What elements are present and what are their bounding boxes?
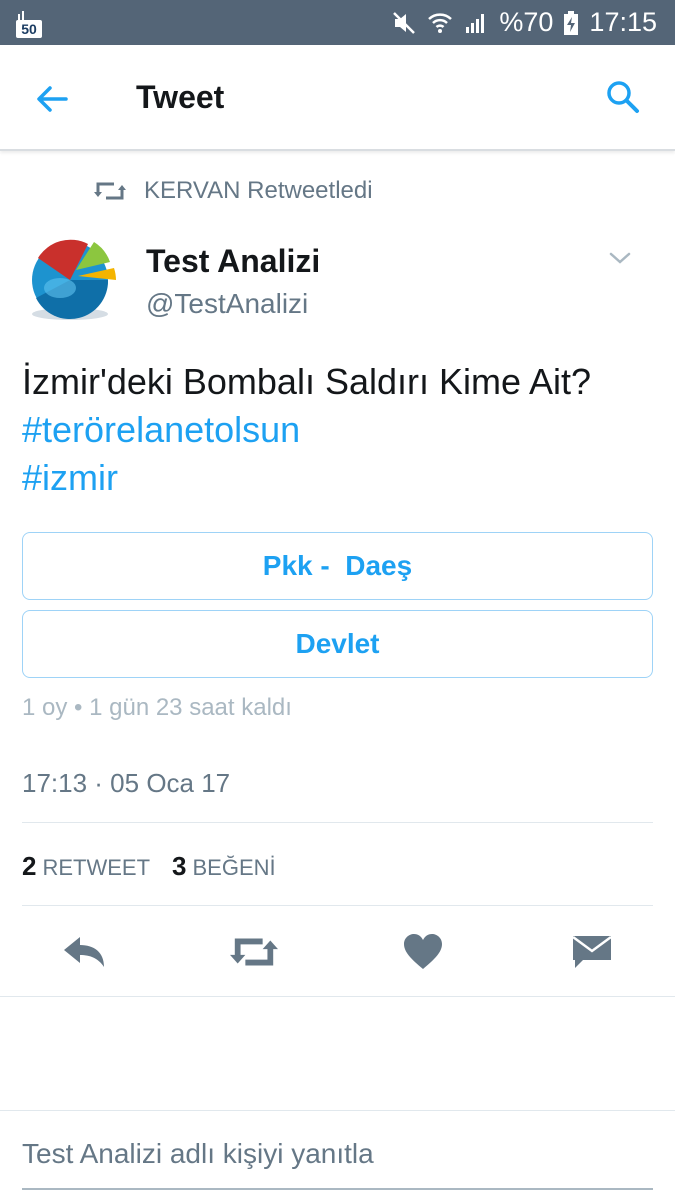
tweet-menu-button[interactable] [606,244,634,272]
battery-charging-icon [563,10,579,36]
search-button[interactable] [603,77,643,117]
direct-message-button[interactable] [568,930,616,974]
like-count-link[interactable]: 3 BEĞENİ [172,851,276,882]
back-button[interactable] [32,79,72,119]
divider [0,996,675,997]
chevron-down-icon [609,252,631,264]
retweet-label: RETWEET [42,855,151,880]
app-bar: Tweet [0,45,675,151]
retweet-icon [230,938,278,966]
hashtag-link[interactable]: #izmir [22,454,652,502]
back-arrow-icon [37,86,68,112]
poll-meta: 1 oy • 1 gün 23 saat kaldı [22,694,292,721]
retweet-button[interactable] [230,930,278,974]
reply-icon [64,937,104,967]
signal-50-icon: 50 [14,8,44,38]
tweet-actions [0,922,675,982]
tweet-stats: 2 RETWEET 3 BEĞENİ [22,851,276,882]
status-bar: 50 %70 17:15 [0,0,675,45]
hashtag-link[interactable]: #terörelanetolsun [22,406,652,454]
retweeted-by[interactable]: KERVAN Retweetledi [94,175,373,207]
search-icon [607,81,639,113]
poll-option-1[interactable]: Pkk - Daeş [22,532,653,600]
page-title: Tweet [136,79,225,115]
poll-option-2[interactable]: Devlet [22,610,653,678]
clock: 17:15 [589,7,657,37]
like-label: BEĞENİ [192,855,276,880]
retweet-count: 2 [22,851,37,881]
retweeted-by-label: KERVAN Retweetledi [144,177,373,204]
message-icon [572,935,612,968]
battery-percent: %70 [499,7,554,37]
retweet-icon [94,182,126,200]
divider [0,1110,675,1111]
reply-button[interactable] [60,930,108,974]
wifi-icon [427,10,453,36]
divider [22,905,653,906]
author-handle[interactable]: @TestAnalizi [146,288,308,320]
author-name[interactable]: Test Analizi [146,243,320,280]
tweet-timestamp: 17:13 · 05 Oca 17 [22,768,231,798]
signal-icon [463,10,489,36]
tweet-body: İzmir'deki Bombalı Saldırı Kime Ait? [22,361,592,402]
divider [22,822,653,823]
like-button[interactable] [399,930,447,974]
like-count: 3 [172,851,187,881]
tweet-text: İzmir'deki Bombalı Saldırı Kime Ait? #te… [22,358,652,502]
network-badge: 50 [16,20,42,38]
heart-icon [404,934,442,969]
avatar[interactable] [24,228,120,330]
reply-input[interactable]: Test Analizi adlı kişiyi yanıtla [22,1138,653,1190]
mute-icon [391,10,417,36]
retweet-count-link[interactable]: 2 RETWEET [22,851,150,882]
